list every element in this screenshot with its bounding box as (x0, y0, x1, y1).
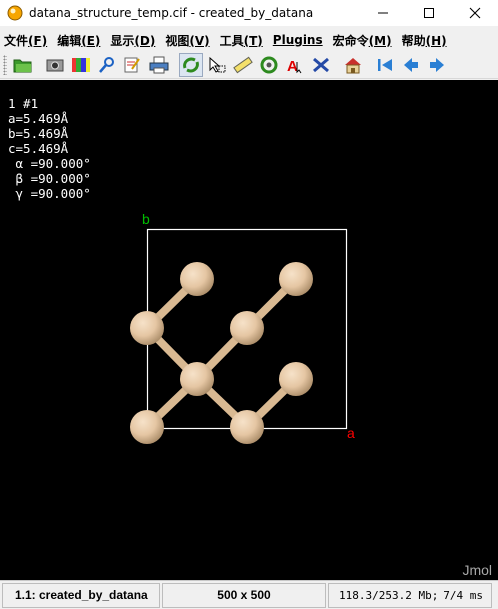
prev-frame-icon (404, 58, 418, 72)
pick-button[interactable] (205, 53, 229, 77)
title-bar: datana_structure_temp.cif - created_by_d… (0, 0, 498, 26)
measure-button[interactable] (231, 53, 255, 77)
atom (180, 362, 214, 396)
status-canvas-size: 500 x 500 (162, 582, 326, 608)
minimize-icon (378, 12, 388, 14)
print-icon (149, 56, 169, 74)
modelkit-icon (313, 57, 329, 73)
toolbar-grip[interactable] (3, 55, 7, 75)
next-frame-icon (430, 58, 444, 72)
edit-icon (124, 57, 140, 73)
measure-icon (233, 56, 253, 74)
close-icon (469, 7, 481, 19)
pick-icon (209, 56, 226, 73)
color-icon (72, 58, 90, 72)
color-button[interactable] (69, 53, 93, 77)
spin-button[interactable] (257, 53, 281, 77)
axis-b-label: b (142, 211, 150, 227)
menu-view[interactable]: 视图(V) (161, 32, 209, 49)
menu-file[interactable]: 文件(F) (0, 32, 47, 49)
minimize-button[interactable] (360, 0, 406, 26)
first-frame-button[interactable] (373, 53, 397, 77)
jmol-watermark: Jmol (462, 562, 492, 578)
label-icon: A (287, 58, 302, 74)
render-timing: 7/4 ms (443, 588, 483, 602)
open-icon (13, 59, 32, 73)
atom (230, 410, 264, 444)
label-button[interactable]: A (283, 53, 307, 77)
close-button[interactable] (452, 0, 498, 26)
modelkit-button[interactable] (309, 53, 333, 77)
screenshot-button[interactable] (43, 53, 67, 77)
atom (130, 311, 164, 345)
atom (279, 262, 313, 296)
status-bar: 1.1: created_by_datana 500 x 500 118.3/2… (0, 580, 498, 609)
memory-usage: 118.3/253.2 Mb; (339, 588, 439, 602)
axis-a-label: a (347, 425, 355, 441)
spin-icon (260, 56, 278, 74)
rotate-button[interactable] (179, 53, 203, 77)
menu-edit[interactable]: 编辑(E) (53, 32, 100, 49)
bonds (143, 275, 300, 431)
pipette-icon (99, 57, 114, 73)
next-frame-button[interactable] (425, 53, 449, 77)
maximize-icon (424, 8, 434, 18)
maximize-button[interactable] (406, 0, 452, 26)
menu-help[interactable]: 帮助(H) (398, 32, 447, 49)
rotate-icon (183, 57, 199, 73)
menu-macros[interactable]: 宏命令(M) (329, 32, 392, 49)
first-frame-icon (378, 59, 392, 71)
menu-bar: 文件(F) 编辑(E) 显示(D) 视图(V) 工具(T) Plugins 宏命… (0, 28, 498, 52)
window-title: datana_structure_temp.cif - created_by_d… (29, 6, 314, 20)
status-model-name: 1.1: created_by_datana (2, 582, 160, 608)
jmol-app-icon (7, 5, 23, 21)
atom (180, 262, 214, 296)
print-button[interactable] (147, 53, 171, 77)
edit-button[interactable] (121, 53, 145, 77)
menu-display[interactable]: 显示(D) (106, 32, 155, 49)
prev-frame-button[interactable] (399, 53, 423, 77)
pipette-button[interactable] (95, 53, 119, 77)
atom (230, 311, 264, 345)
toolbar: A (0, 52, 498, 79)
open-button[interactable] (11, 53, 35, 77)
atom (130, 410, 164, 444)
status-memory: 118.3/253.2 Mb; 7/4 ms (328, 582, 492, 608)
menu-tools[interactable]: 工具(T) (216, 32, 263, 49)
jmol-viewer-canvas[interactable]: 1 #1 a=5.469Å b=5.469Å c=5.469Å α =90.00… (0, 80, 498, 580)
home-icon (345, 58, 361, 74)
screenshot-icon (46, 59, 64, 72)
atom (279, 362, 313, 396)
crystal-structure (130, 228, 348, 444)
menu-plugins[interactable]: Plugins (269, 33, 323, 47)
svg-text:A: A (287, 58, 298, 74)
home-button[interactable] (341, 53, 365, 77)
